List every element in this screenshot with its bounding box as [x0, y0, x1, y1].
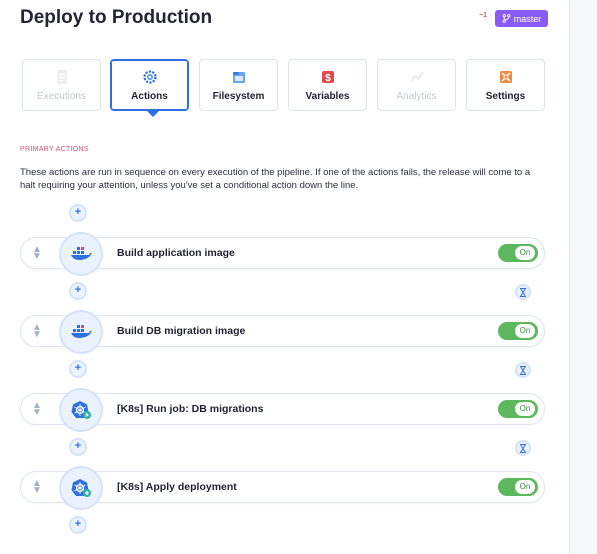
tab-variables-label: Variables	[305, 91, 350, 102]
dollar-icon: $	[321, 71, 334, 84]
action-row[interactable]: ▲ ▼ Build application image On	[20, 232, 545, 276]
action-toggle[interactable]: On	[498, 322, 538, 340]
action-icon-ring	[59, 388, 103, 432]
action-toggle[interactable]: On	[498, 478, 538, 496]
action-icon-ring	[59, 466, 103, 510]
action-name: Build DB migration image	[117, 325, 246, 337]
add-action-button[interactable]: +	[69, 438, 87, 456]
tab-analytics[interactable]: Analytics	[377, 59, 456, 111]
hourglass-icon	[520, 443, 526, 453]
drag-handle-icon[interactable]: ▲ ▼	[31, 245, 43, 262]
tab-analytics-label: Analytics	[396, 91, 437, 102]
tab-filesystem[interactable]: Filesystem	[199, 59, 278, 111]
drag-handle-icon[interactable]: ▲ ▼	[31, 479, 43, 496]
action-row[interactable]: ▲ ▼ Build DB migration image On	[20, 310, 545, 354]
add-action-button[interactable]: +	[69, 204, 87, 222]
folder-icon	[232, 72, 245, 83]
branch-indicator[interactable]: −1	[479, 12, 487, 22]
action-name: Build application image	[117, 247, 235, 259]
tab-executions-label: Executions	[37, 91, 86, 102]
chart-line-icon	[409, 71, 424, 82]
wait-for-action-button[interactable]	[515, 284, 531, 300]
action-toggle[interactable]: On	[498, 400, 538, 418]
tab-executions[interactable]: Executions	[22, 59, 101, 111]
hourglass-icon	[520, 287, 526, 297]
add-action-button[interactable]: +	[69, 516, 87, 534]
drag-handle-icon[interactable]: ▲ ▼	[31, 323, 43, 340]
kubernetes-apply-icon	[71, 479, 91, 497]
action-row[interactable]: ▲ ▼ [K8s] Run job: DB migrations On	[20, 388, 545, 432]
tab-variables[interactable]: $ Variables	[288, 59, 367, 111]
action-name: [K8s] Run job: DB migrations	[117, 403, 264, 415]
action-row[interactable]: ▲ ▼ [K8s] Apply deployment On	[20, 466, 545, 510]
action-icon-ring	[59, 310, 103, 354]
settings-grid-icon	[499, 71, 512, 83]
tab-settings-label: Settings	[485, 91, 526, 102]
svg-text:$: $	[325, 73, 331, 84]
branch-badge[interactable]: master	[495, 10, 548, 27]
toggle-label: On	[515, 246, 535, 260]
toggle-label: On	[515, 480, 535, 494]
wait-for-action-button[interactable]	[515, 362, 531, 378]
tab-filesystem-label: Filesystem	[212, 91, 265, 102]
pipeline-panel: Deploy to Production −1 master Execution…	[0, 0, 570, 554]
section-description: These actions are run in sequence on eve…	[20, 167, 531, 191]
add-action-button[interactable]: +	[69, 282, 87, 300]
file-icon	[56, 70, 67, 84]
branch-icon	[502, 14, 511, 23]
tab-actions[interactable]: Actions	[110, 59, 189, 117]
hourglass-icon	[520, 365, 526, 375]
toggle-label: On	[515, 402, 535, 416]
branch-name: master	[513, 13, 542, 24]
docker-icon	[71, 247, 92, 260]
tab-actions-label: Actions	[131, 91, 168, 102]
action-name: [K8s] Apply deployment	[117, 481, 237, 493]
branch-count: 1	[483, 12, 487, 19]
section-heading: PRIMARY ACTIONS	[20, 146, 89, 153]
drag-handle-icon[interactable]: ▲ ▼	[31, 401, 43, 418]
action-icon-ring	[59, 232, 103, 276]
docker-icon	[71, 325, 92, 338]
tab-settings[interactable]: Settings	[466, 59, 545, 111]
action-toggle[interactable]: On	[498, 244, 538, 262]
add-action-button[interactable]: +	[69, 360, 87, 378]
gear-icon	[142, 70, 157, 84]
toggle-label: On	[515, 324, 535, 338]
wait-for-action-button[interactable]	[515, 440, 531, 456]
page-title: Deploy to Production	[20, 7, 213, 28]
kubernetes-run-icon	[71, 401, 91, 419]
